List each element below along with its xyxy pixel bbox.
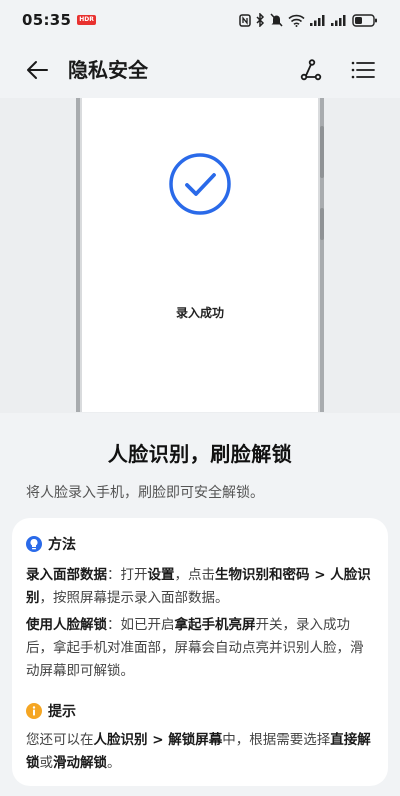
route-icon — [300, 59, 322, 81]
arrow-left-icon — [27, 61, 48, 79]
title-bar: 隐私安全 — [0, 46, 400, 94]
info-icon — [26, 703, 42, 719]
method-unlock-paragraph: 使用人脸解锁：如已开启拿起手机亮屏开关，录入成功后，拿起手机对准面部，屏幕会自动… — [26, 617, 364, 679]
menu-button[interactable] — [348, 56, 378, 84]
feature-headline: 人脸识别，刷脸解锁 — [107, 442, 293, 466]
feature-subhead: 将人脸录入手机，刷脸即可安全解锁。 — [26, 485, 264, 501]
tip-paragraph: 您还可以在人脸识别 > 解锁屏幕中，根据需要选择直接解锁或滑动解锁。 — [26, 732, 371, 771]
battery-icon — [352, 13, 377, 27]
page-title: 隐私安全 — [68, 58, 148, 82]
mute-icon — [270, 13, 283, 27]
instructions-card: 方法 录入面部数据：打开设置，点击生物识别和密码 > 人脸识别，按照屏幕提示录入… — [12, 518, 388, 786]
tip-title: 提示 — [48, 704, 76, 720]
phone-side-button — [320, 126, 324, 178]
nfc-icon — [239, 13, 251, 27]
wifi-icon — [288, 14, 305, 27]
tip-section-header: 提示 — [26, 701, 374, 721]
signal-icon — [310, 15, 325, 26]
phone-illustration — [76, 98, 324, 412]
status-bar: 05:35 HDR — [0, 0, 400, 40]
bluetooth-icon — [256, 13, 265, 27]
back-button[interactable] — [22, 56, 52, 84]
method-enroll-paragraph: 录入面部数据：打开设置，点击生物识别和密码 > 人脸识别，按照屏幕提示录入面部数… — [26, 567, 371, 606]
method-title: 方法 — [48, 537, 76, 553]
check-circle-icon — [169, 153, 231, 215]
hdr-badge: HDR — [77, 15, 96, 25]
illustration-panel: 录入成功 — [0, 98, 400, 413]
phone-side-button — [320, 208, 324, 240]
signal-icon — [331, 15, 346, 26]
status-time: 05:35 — [22, 11, 72, 29]
list-menu-icon — [351, 61, 375, 79]
route-button[interactable] — [296, 56, 326, 84]
bulb-icon — [26, 536, 42, 552]
enroll-success-text: 录入成功 — [175, 306, 224, 320]
method-section-header: 方法 — [26, 534, 374, 554]
